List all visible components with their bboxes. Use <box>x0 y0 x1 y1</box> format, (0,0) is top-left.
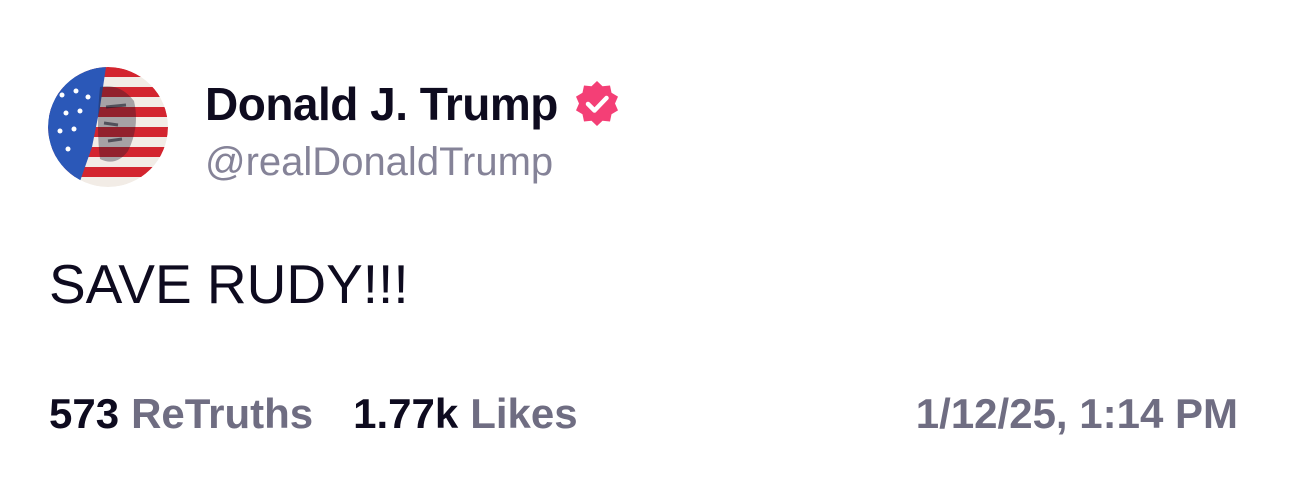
retruths-stat[interactable]: 573 ReTruths <box>49 390 313 438</box>
verified-badge-icon <box>575 81 618 126</box>
likes-label: Likes <box>470 390 578 437</box>
retruths-count: 573 <box>49 390 120 437</box>
retruths-label: ReTruths <box>131 390 314 437</box>
likes-count: 1.77k <box>353 390 459 437</box>
truth-post: Donald J. Trump @realDonaldTrump SAVE RU… <box>0 0 1290 486</box>
likes-stat[interactable]: 1.77k Likes <box>353 390 578 438</box>
author-handle[interactable]: @realDonaldTrump <box>205 140 553 185</box>
post-timestamp[interactable]: 1/12/25, 1:14 PM <box>916 390 1238 438</box>
post-stats: 573 ReTruths 1.77k Likes <box>49 390 578 438</box>
avatar[interactable] <box>48 67 168 187</box>
author-name-row: Donald J. Trump <box>205 74 622 134</box>
post-text: SAVE RUDY!!! <box>49 253 409 315</box>
author-display-name[interactable]: Donald J. Trump <box>205 77 558 131</box>
flag-portrait-avatar-icon <box>48 67 168 187</box>
